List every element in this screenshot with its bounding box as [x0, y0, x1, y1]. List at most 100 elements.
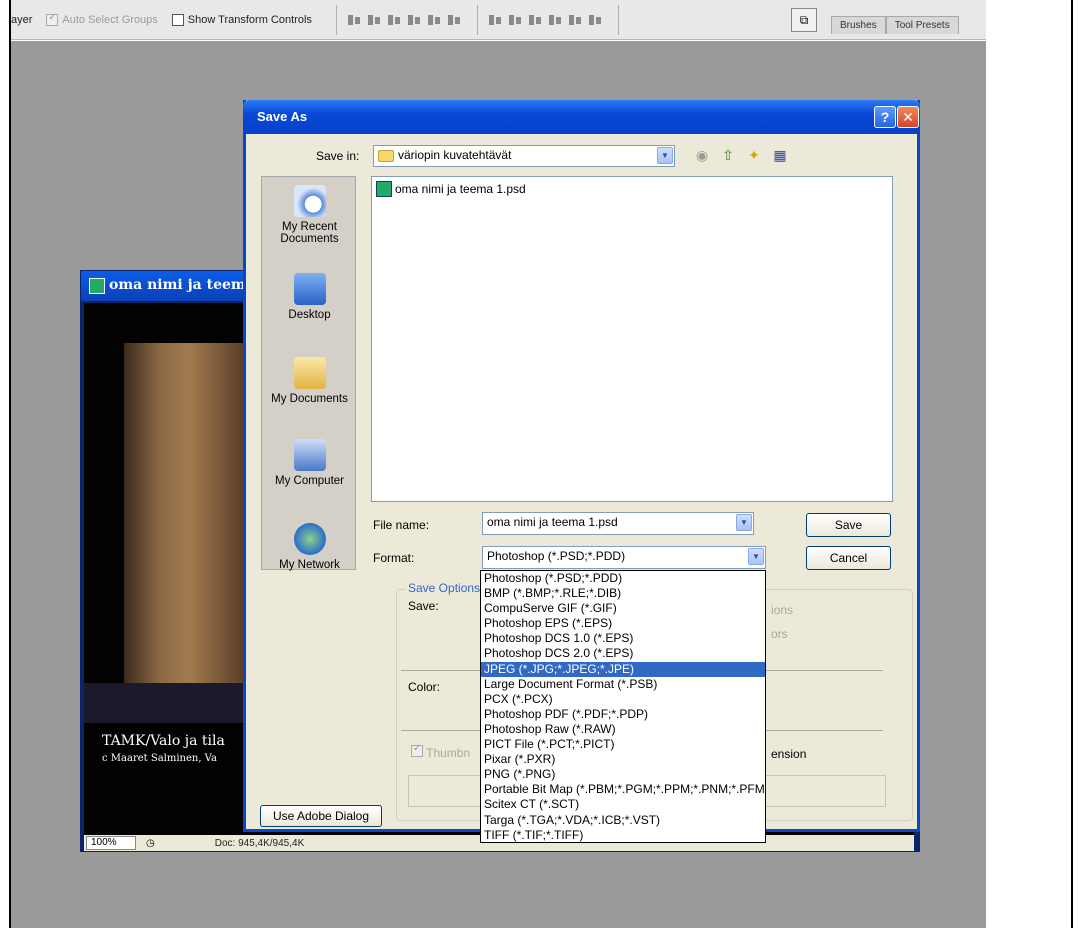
zoom-field[interactable]: 100% — [86, 836, 136, 850]
show-transform-controls-option[interactable]: Show Transform Controls — [171, 13, 312, 26]
format-select[interactable]: Photoshop (*.PSD;*.PDD) ▼ — [482, 546, 766, 569]
align-group-2 — [407, 13, 461, 27]
place-label: My Network — [279, 559, 340, 571]
align-vcenter-icon[interactable] — [367, 13, 381, 27]
psd-file-icon — [376, 181, 392, 197]
format-option[interactable]: PNG (*.PNG) — [481, 767, 765, 782]
format-option[interactable]: Scitex CT (*.SCT) — [481, 797, 765, 812]
distribute-vcenter-icon[interactable] — [508, 13, 522, 27]
format-dropdown-list[interactable]: Photoshop (*.PSD;*.PDD) BMP (*.BMP;*.RLE;… — [480, 570, 766, 843]
align-hcenter-icon[interactable] — [427, 13, 441, 27]
format-option[interactable]: TIFF (*.TIF;*.TIFF) — [481, 828, 765, 842]
distribute-bottom-icon[interactable] — [528, 13, 542, 27]
chevron-down-icon[interactable]: ▼ — [748, 548, 764, 565]
thumbnail-checkbox — [411, 743, 423, 757]
dialog-title-bar[interactable]: Save As ? ✕ — [243, 100, 920, 134]
save-label: Save: — [408, 599, 439, 613]
align-left-icon[interactable] — [407, 13, 421, 27]
file-list[interactable]: oma nimi ja teema 1.psd — [371, 176, 893, 502]
format-option[interactable]: Pixar (*.PXR) — [481, 752, 765, 767]
separator — [617, 4, 619, 35]
place-my-network[interactable]: My Network — [262, 523, 357, 571]
auto-select-groups-option: Auto Select Groups — [46, 12, 158, 26]
help-button[interactable]: ? — [874, 106, 896, 128]
place-my-documents[interactable]: My Documents — [262, 357, 357, 405]
format-label: Format: — [373, 551, 415, 565]
workspace-right-edge — [968, 41, 986, 928]
view-menu-icon[interactable]: ▦ — [771, 146, 789, 164]
close-button[interactable]: ✕ — [897, 106, 919, 128]
place-desktop[interactable]: Desktop — [262, 273, 357, 321]
canvas-caption-title: TAMK/Valo ja tila — [102, 733, 225, 749]
options-fragment-1: ions — [771, 603, 794, 617]
save-in-label: Save in: — [316, 149, 360, 163]
folder-icon — [378, 149, 394, 162]
align-bottom-icon[interactable] — [387, 13, 401, 27]
format-option[interactable]: JPEG (*.JPG;*.JPEG;*.JPE) — [481, 661, 765, 677]
save-in-combo[interactable]: väriopin kuvatehtävät ▼ — [373, 145, 675, 167]
file-name-value: oma nimi ja teema 1.psd — [487, 515, 618, 529]
show-transform-controls-label: Show Transform Controls — [187, 13, 312, 26]
format-option[interactable]: PCX (*.PCX) — [481, 692, 765, 707]
tab-tool-presets[interactable]: Tool Presets — [885, 16, 959, 34]
my-computer-icon — [293, 439, 326, 471]
place-label: My Computer — [274, 475, 345, 487]
my-network-icon — [293, 523, 326, 555]
file-name: oma nimi ja teema 1.psd — [395, 182, 526, 196]
status-menu-icon[interactable]: ◷ — [146, 838, 155, 849]
chevron-down-icon[interactable]: ▼ — [736, 514, 752, 531]
recent-documents-icon — [293, 185, 326, 217]
format-option[interactable]: Photoshop DCS 2.0 (*.EPS) — [481, 646, 765, 661]
save-in-value: väriopin kuvatehtävät — [398, 148, 512, 162]
format-option[interactable]: CompuServe GIF (*.GIF) — [481, 601, 765, 616]
save-button[interactable]: Save — [806, 513, 891, 537]
distribute-right-icon[interactable] — [588, 13, 602, 27]
my-documents-icon — [293, 357, 326, 389]
place-my-recent-documents[interactable]: My Recent Documents — [262, 185, 357, 245]
distribute-hcenter-icon[interactable] — [568, 13, 582, 27]
photoshop-document-icon — [89, 278, 105, 294]
extension-fragment: ension — [771, 747, 807, 761]
format-option[interactable]: Photoshop DCS 1.0 (*.EPS) — [481, 631, 765, 646]
place-my-computer[interactable]: My Computer — [262, 439, 357, 487]
options-fragment-2: ors — [771, 627, 788, 641]
use-adobe-dialog-button[interactable]: Use Adobe Dialog — [260, 805, 382, 827]
format-option[interactable]: PICT File (*.PCT;*.PICT) — [481, 737, 765, 752]
format-option[interactable]: Photoshop PDF (*.PDF;*.PDP) — [481, 707, 765, 722]
file-item[interactable]: oma nimi ja teema 1.psd — [376, 181, 526, 197]
format-option[interactable]: Photoshop (*.PSD;*.PDD) — [481, 571, 765, 586]
format-option[interactable]: Large Document Format (*.PSB) — [481, 677, 765, 692]
chevron-down-icon[interactable]: ▼ — [657, 147, 673, 164]
align-group-1 — [347, 13, 401, 27]
show-transform-controls-checkbox[interactable] — [171, 13, 184, 26]
align-right-icon[interactable] — [447, 13, 461, 27]
place-label: My Documents — [271, 393, 348, 405]
palette-well-icon[interactable]: ⧉ — [791, 8, 817, 32]
format-value: Photoshop (*.PSD;*.PDD) — [487, 549, 626, 563]
pillar-image — [124, 343, 244, 723]
new-folder-icon[interactable]: ✦ — [745, 146, 763, 164]
save-options-legend: Save Options — [406, 581, 483, 595]
file-name-field[interactable]: oma nimi ja teema 1.psd ▼ — [482, 512, 754, 535]
align-top-icon[interactable] — [347, 13, 361, 27]
distribute-top-icon[interactable] — [488, 13, 502, 27]
navigation-toolbar: ◉ ⇧ ✦ ▦ — [693, 146, 789, 164]
format-option[interactable]: Photoshop EPS (*.EPS) — [481, 616, 765, 631]
format-option[interactable]: Targa (*.TGA;*.VDA;*.ICB;*.VST) — [481, 813, 765, 828]
distribute-group-2 — [548, 13, 602, 27]
document-title: oma nimi ja teema — [109, 277, 255, 293]
format-option[interactable]: Portable Bit Map (*.PBM;*.PGM;*.PPM;*.PN… — [481, 782, 765, 797]
distribute-left-icon[interactable] — [548, 13, 562, 27]
tab-brushes[interactable]: Brushes — [831, 16, 886, 34]
format-option[interactable]: BMP (*.BMP;*.RLE;*.DIB) — [481, 586, 765, 601]
color-label: Color: — [408, 680, 441, 694]
auto-select-groups-checkbox — [46, 12, 59, 26]
cancel-button[interactable]: Cancel — [806, 546, 891, 570]
canvas-caption-author: c Maaret Salminen, Va — [102, 753, 217, 764]
separator — [476, 4, 478, 35]
place-label: Desktop — [288, 309, 331, 321]
format-option[interactable]: Photoshop Raw (*.RAW) — [481, 722, 765, 737]
up-folder-icon[interactable]: ⇧ — [719, 146, 737, 164]
back-icon[interactable]: ◉ — [693, 146, 711, 164]
auto-select-groups-label: Auto Select Groups — [62, 13, 158, 26]
